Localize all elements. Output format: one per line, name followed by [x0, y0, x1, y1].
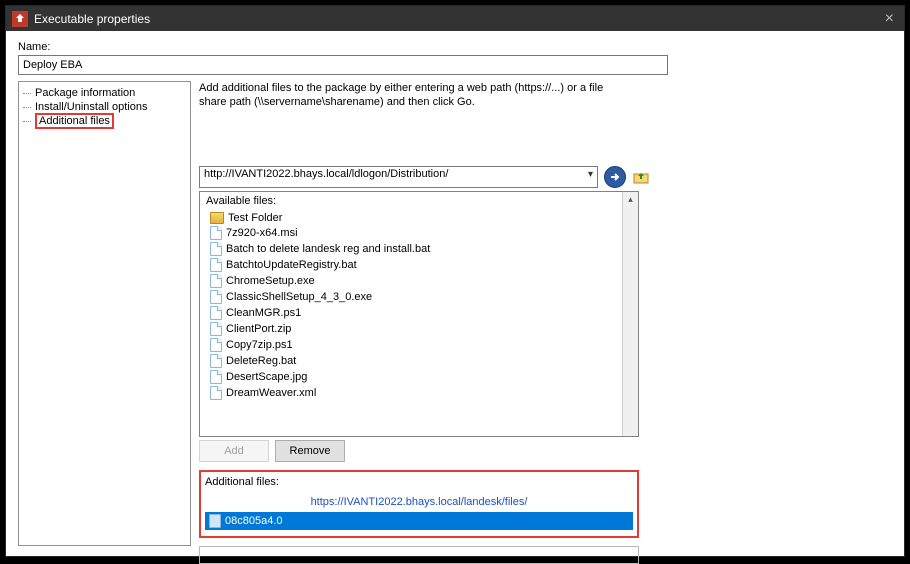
file-item[interactable]: 7z920-x64.msi: [200, 225, 638, 241]
available-files-list: Available files: Test Folder 7z920-x64.ms…: [199, 191, 639, 437]
additional-files-url: https://IVANTI2022.bhays.local/landesk/f…: [205, 494, 633, 512]
file-item[interactable]: ClientPort.zip: [200, 321, 638, 337]
nav-tree: Package information Install/Uninstall op…: [18, 81, 191, 546]
file-icon: [210, 354, 222, 368]
window-title: Executable properties: [34, 12, 881, 26]
name-label: Name:: [18, 41, 892, 53]
close-icon[interactable]: ×: [881, 10, 898, 28]
tree-package-information[interactable]: Package information: [21, 86, 188, 100]
file-icon: [210, 274, 222, 288]
file-item-label: CleanMGR.ps1: [226, 307, 301, 319]
file-icon: [210, 290, 222, 304]
additional-files-box: Additional files: https://IVANTI2022.bha…: [199, 470, 639, 538]
file-icon: [210, 338, 222, 352]
available-files-label: Available files:: [200, 192, 638, 211]
file-icon: [210, 322, 222, 336]
tree-install-uninstall-options[interactable]: Install/Uninstall options: [21, 100, 188, 114]
scroll-up-arrow[interactable]: ▴: [623, 192, 638, 208]
additional-file-item[interactable]: 08c805a4.0: [205, 512, 633, 530]
file-item-label: BatchtoUpdateRegistry.bat: [226, 259, 357, 271]
file-item-label: DreamWeaver.xml: [226, 387, 316, 399]
tree-additional-files[interactable]: Additional files: [21, 114, 188, 128]
file-icon: [209, 514, 221, 528]
file-icon: [210, 370, 222, 384]
dialog-body: Name: Package information Install/Uninst…: [6, 31, 904, 556]
file-icon: [210, 226, 222, 240]
file-item[interactable]: Batch to delete landesk reg and install.…: [200, 241, 638, 257]
file-icon: [210, 306, 222, 320]
file-item[interactable]: Test Folder: [200, 211, 638, 225]
file-item-label: ClassicShellSetup_4_3_0.exe: [226, 291, 372, 303]
folder-up-icon: [633, 169, 649, 185]
file-icon: [210, 242, 222, 256]
instructions-text: Add additional files to the package by e…: [199, 81, 619, 110]
add-button[interactable]: Add: [199, 440, 269, 462]
file-item-label: DeleteReg.bat: [226, 355, 296, 367]
file-item-label: ClientPort.zip: [226, 323, 291, 335]
file-item-label: DesertScape.jpg: [226, 371, 307, 383]
file-item[interactable]: Copy7zip.ps1: [200, 337, 638, 353]
executable-properties-window: Executable properties × Name: Package in…: [5, 5, 905, 557]
folder-icon: [210, 212, 224, 224]
file-item[interactable]: BatchtoUpdateRegistry.bat: [200, 257, 638, 273]
file-item-label: ChromeSetup.exe: [226, 275, 315, 287]
titlebar: Executable properties ×: [6, 6, 904, 31]
file-item-label: 7z920-x64.msi: [226, 227, 298, 239]
bottom-panel: [199, 546, 639, 564]
additional-file-name: 08c805a4.0: [225, 515, 283, 527]
file-item[interactable]: ClassicShellSetup_4_3_0.exe: [200, 289, 638, 305]
path-combobox[interactable]: http://IVANTI2022.bhays.local/ldlogon/Di…: [199, 166, 598, 188]
file-item[interactable]: CleanMGR.ps1: [200, 305, 638, 321]
file-item[interactable]: DeleteReg.bat: [200, 353, 638, 369]
arrow-right-icon: [609, 171, 621, 183]
scrollbar[interactable]: ▴: [622, 192, 638, 436]
content-pane: Add additional files to the package by e…: [199, 81, 892, 546]
go-button[interactable]: [604, 166, 626, 188]
path-row: http://IVANTI2022.bhays.local/ldlogon/Di…: [199, 166, 892, 188]
up-folder-button[interactable]: [632, 168, 650, 186]
file-item-label: Copy7zip.ps1: [226, 339, 293, 351]
app-icon: [12, 11, 28, 27]
list-buttons: Add Remove: [199, 440, 892, 462]
file-item-label: Batch to delete landesk reg and install.…: [226, 243, 430, 255]
name-input[interactable]: [18, 55, 668, 75]
file-icon: [210, 258, 222, 272]
additional-files-label: Additional files:: [205, 476, 633, 488]
file-icon: [210, 386, 222, 400]
file-item[interactable]: DreamWeaver.xml: [200, 385, 638, 401]
file-item[interactable]: ChromeSetup.exe: [200, 273, 638, 289]
file-item-label: Test Folder: [228, 212, 282, 224]
file-item[interactable]: DesertScape.jpg: [200, 369, 638, 385]
name-row: Name:: [18, 41, 892, 75]
remove-button[interactable]: Remove: [275, 440, 345, 462]
